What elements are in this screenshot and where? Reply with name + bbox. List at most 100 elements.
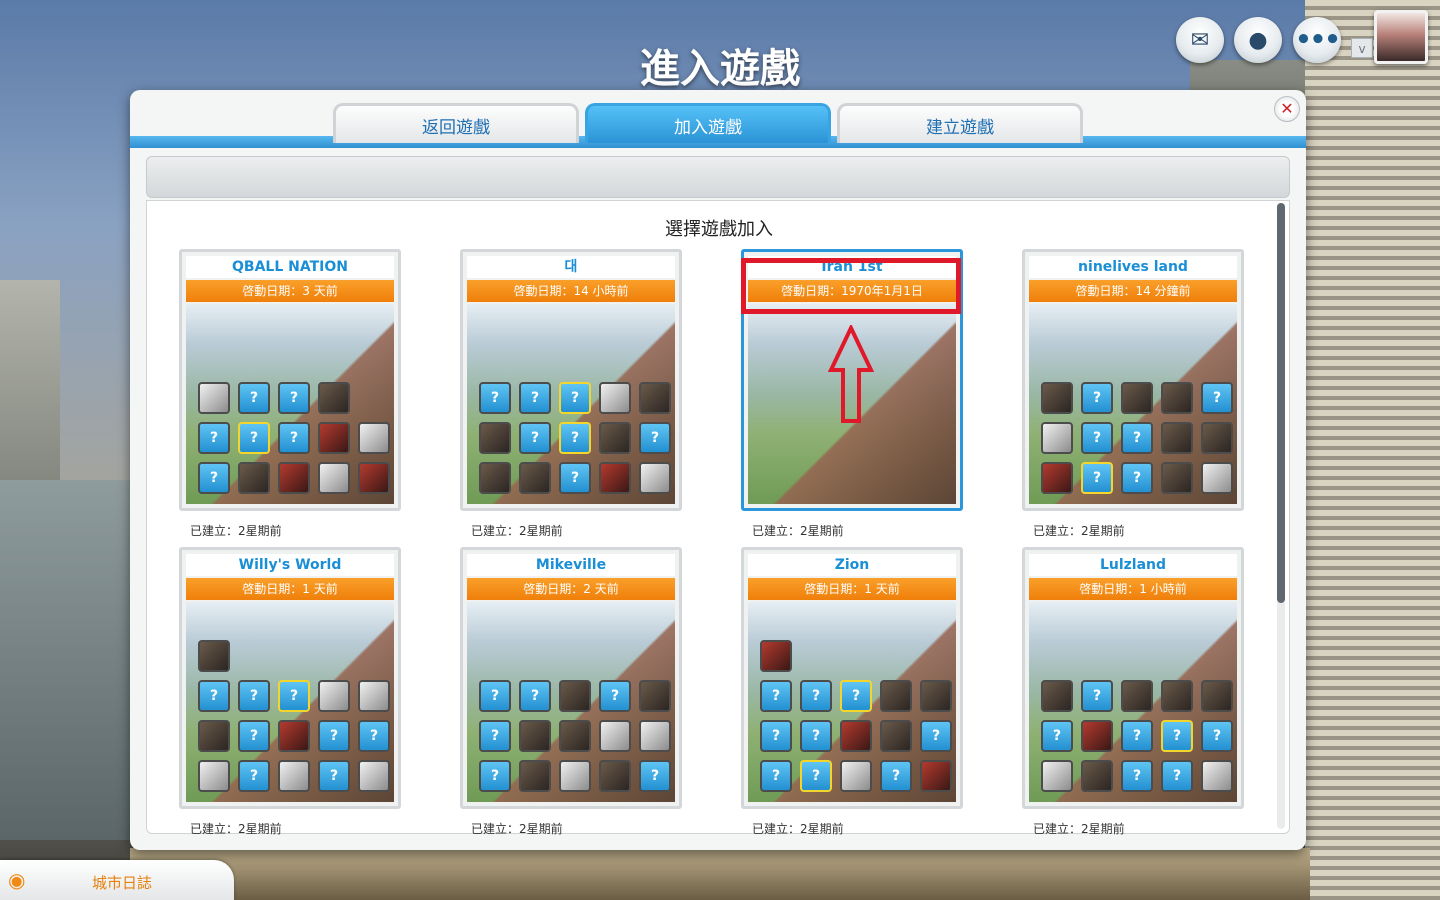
close-button[interactable]: ✕ [1274, 96, 1300, 122]
game-card[interactable]: Willy's World 啓動日期：1 天前???????? 已建立：2星期前 [179, 547, 401, 836]
player-avatar-icon [920, 760, 952, 792]
game-card-launch-date: 啓動日期：3 天前 [186, 280, 394, 302]
default-avatar-icon: ? [1081, 382, 1113, 414]
game-card[interactable]: 대 啓動日期：14 小時前??????? 已建立：2星期前 [460, 249, 682, 538]
game-card[interactable]: ninelives land 啓動日期：14 分鐘前?????? 已建立：2星期前 [1022, 249, 1244, 538]
default-avatar-icon: ? [519, 422, 551, 454]
player-avatar-icon [1201, 462, 1233, 494]
player-avatar-icon [1041, 680, 1073, 712]
game-card[interactable]: QBALL NATION 啓動日期：3 天前?????? 已建立：2星期前 [179, 249, 401, 538]
game-card[interactable]: Lulzland 啓動日期：1 小時前??????? 已建立：2星期前 [1022, 547, 1244, 836]
default-avatar-icon: ? [238, 382, 270, 414]
player-avatar-icon [519, 462, 551, 494]
mail-icon: ✉ [1190, 27, 1210, 53]
default-avatar-icon: ? [198, 462, 230, 494]
default-avatar-icon: ? [1201, 382, 1233, 414]
default-avatar-icon: ? [1201, 720, 1233, 752]
player-avatar-icon [278, 760, 310, 792]
game-card[interactable]: Mikeville 啓動日期：2 天前?????? 已建立：2星期前 [460, 547, 682, 836]
annotation-highlight-box [741, 258, 961, 314]
default-avatar-icon: ? [599, 680, 631, 712]
default-avatar-icon: ? [1081, 422, 1113, 454]
player-avatar-icon [599, 462, 631, 494]
game-card-created: 已建立：2星期前 [471, 822, 563, 836]
profile-dropdown[interactable]: v [1351, 38, 1373, 58]
player-slot-grid: ??????? [479, 382, 675, 494]
game-card-created: 已建立：2星期前 [1033, 524, 1125, 538]
player-avatar-icon [278, 720, 310, 752]
scrollbar-thumb[interactable] [1277, 203, 1285, 603]
more-button[interactable]: ••• [1293, 17, 1341, 63]
game-card[interactable]: Zion 啓動日期：1 天前????????? 已建立：2星期前 [741, 547, 963, 836]
player-avatar-icon [1041, 760, 1073, 792]
player-avatar-icon [1121, 382, 1153, 414]
player-avatar-icon [599, 760, 631, 792]
game-card-map-thumbnail: ?????? [1029, 304, 1237, 504]
player-avatar-icon [519, 760, 551, 792]
game-card-name: 대 [467, 256, 675, 278]
player-avatar-icon [1081, 760, 1113, 792]
player-avatar-icon [198, 382, 230, 414]
tab-join-game[interactable]: 加入遊戲 [585, 103, 831, 143]
default-avatar-icon: ? [318, 760, 350, 792]
player-avatar-icon [198, 640, 230, 672]
avatar[interactable] [1374, 10, 1428, 64]
player-avatar-icon [318, 422, 350, 454]
player-avatar-icon [639, 462, 671, 494]
player-avatar-icon [1201, 760, 1233, 792]
player-avatar-icon [358, 680, 390, 712]
default-avatar-icon: ? [760, 680, 792, 712]
player-avatar-icon [639, 680, 671, 712]
tab-back-to-game[interactable]: 返回遊戲 [333, 103, 579, 143]
game-card-map-thumbnail: ???????? [186, 602, 394, 802]
player-slot-grid: ?????? [198, 382, 394, 494]
player-slot-grid: ?????? [479, 680, 675, 792]
background-city [130, 848, 1310, 900]
default-avatar-icon: ? [479, 760, 511, 792]
default-avatar-icon: ? [1121, 720, 1153, 752]
friends-button[interactable]: ● [1234, 17, 1282, 63]
default-avatar-icon: ? [479, 720, 511, 752]
player-avatar-icon [1041, 382, 1073, 414]
player-avatar-icon [840, 760, 872, 792]
close-icon: ✕ [1280, 99, 1294, 118]
player-avatar-icon [1041, 462, 1073, 494]
page-title: 進入遊戲 [640, 46, 800, 92]
player-avatar-icon [318, 462, 350, 494]
default-avatar-icon: ? [358, 720, 390, 752]
player-avatar-icon [1161, 382, 1193, 414]
game-card-map-thumbnail: ??????? [467, 304, 675, 504]
player-avatar-icon [1201, 680, 1233, 712]
game-card-name: Mikeville [467, 554, 675, 576]
player-avatar-icon [880, 680, 912, 712]
mail-button[interactable]: ✉ [1176, 17, 1224, 63]
player-avatar-icon [1201, 422, 1233, 454]
game-card-map-thumbnail: ??????? [1029, 602, 1237, 802]
friends-icon: ● [1248, 27, 1268, 53]
default-avatar-icon: ? [559, 422, 591, 454]
player-avatar-icon [559, 760, 591, 792]
default-avatar-icon: ? [760, 760, 792, 792]
default-avatar-icon: ? [1081, 462, 1113, 494]
default-avatar-icon: ? [479, 680, 511, 712]
game-card-created: 已建立：2星期前 [752, 524, 844, 538]
player-avatar-icon [519, 720, 551, 752]
game-card-name: ninelives land [1029, 256, 1237, 278]
city-log-tab[interactable]: ◉ 城市日誌 [0, 860, 234, 900]
game-card-name: Lulzland [1029, 554, 1237, 576]
default-avatar-icon: ? [519, 382, 551, 414]
scrollbar[interactable] [1277, 203, 1285, 829]
game-card-name: QBALL NATION [186, 256, 394, 278]
game-card-created: 已建立：2星期前 [190, 524, 282, 538]
player-avatar-icon [559, 720, 591, 752]
broadcast-icon: ◉ [8, 868, 26, 892]
filter-bar [146, 156, 1290, 198]
tab-create-game[interactable]: 建立遊戲 [837, 103, 1083, 143]
player-slot-grid: ???????? [198, 640, 394, 792]
default-avatar-icon: ? [559, 462, 591, 494]
game-card-created: 已建立：2星期前 [190, 822, 282, 836]
default-avatar-icon: ? [238, 680, 270, 712]
game-list: 選擇遊戲加入 QBALL NATION 啓動日期：3 天前?????? 已建立：2星… [146, 200, 1290, 836]
section-title: 選擇遊戲加入 [665, 219, 773, 240]
default-avatar-icon: ? [278, 422, 310, 454]
